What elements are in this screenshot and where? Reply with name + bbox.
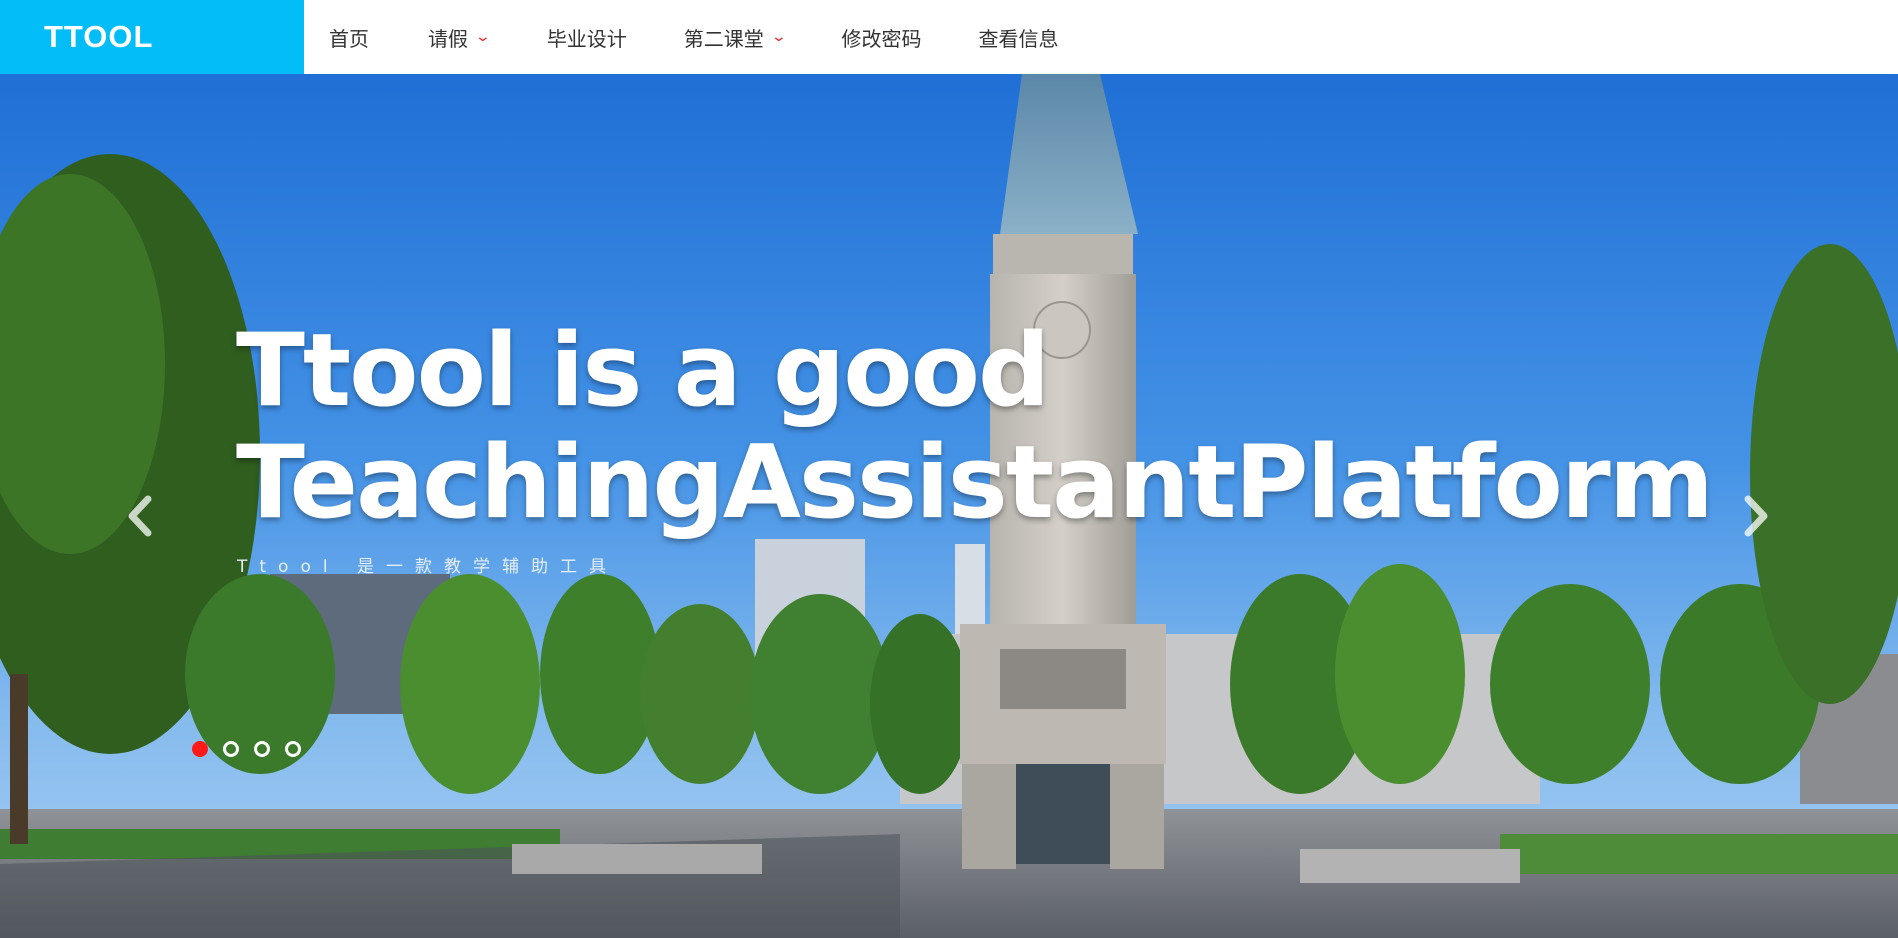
nav-item-home[interactable]: 首页 bbox=[329, 23, 369, 52]
hero-title-line-2: TeachingAssistantPlatform bbox=[236, 423, 1714, 541]
chevron-down-icon[interactable]: ⌄ bbox=[475, 29, 491, 45]
chevron-down-icon[interactable]: ⌄ bbox=[770, 29, 786, 45]
top-header: TTOOL 首页 请假 ⌄ 毕业设计 第二课堂 ⌄ 修改密码 查看信息 bbox=[0, 0, 1898, 74]
nav-item-label[interactable]: 修改密码 bbox=[841, 23, 921, 52]
nav-item-label[interactable]: 首页 bbox=[329, 23, 369, 52]
hero-title: Ttool is a good TeachingAssistantPlatfor… bbox=[236, 311, 1714, 541]
main-nav: 首页 请假 ⌄ 毕业设计 第二课堂 ⌄ 修改密码 查看信息 bbox=[304, 0, 1058, 74]
nav-item-leave[interactable]: 请假 ⌄ bbox=[428, 23, 491, 52]
carousel-dot-3[interactable] bbox=[254, 741, 270, 757]
carousel-prev-button[interactable] bbox=[120, 486, 160, 546]
chevron-right-icon[interactable] bbox=[1742, 495, 1770, 537]
hero-title-line-1: Ttool is a good bbox=[236, 311, 1050, 429]
nav-item-second-classroom[interactable]: 第二课堂 ⌄ bbox=[684, 23, 787, 52]
nav-item-change-password[interactable]: 修改密码 bbox=[841, 23, 921, 52]
hero-carousel: Ttool is a good TeachingAssistantPlatfor… bbox=[0, 74, 1898, 938]
carousel-dot-1[interactable] bbox=[192, 741, 208, 757]
nav-item-view-info[interactable]: 查看信息 bbox=[978, 23, 1058, 52]
nav-item-label[interactable]: 请假 bbox=[428, 23, 468, 52]
logo[interactable]: TTOOL bbox=[0, 0, 304, 74]
nav-item-label[interactable]: 第二课堂 bbox=[684, 23, 764, 52]
carousel-dot-2[interactable] bbox=[223, 741, 239, 757]
nav-item-graduation-design[interactable]: 毕业设计 bbox=[547, 23, 627, 52]
nav-item-label[interactable]: 查看信息 bbox=[978, 23, 1058, 52]
hero-subtitle: Ttool 是一款教学辅助工具 bbox=[237, 557, 618, 577]
chevron-left-icon[interactable] bbox=[126, 495, 154, 537]
logo-text[interactable]: TTOOL bbox=[44, 19, 153, 55]
carousel-next-button[interactable] bbox=[1736, 486, 1776, 546]
carousel-dot-4[interactable] bbox=[285, 741, 301, 757]
carousel-indicators bbox=[192, 741, 301, 757]
nav-item-label[interactable]: 毕业设计 bbox=[547, 23, 627, 52]
